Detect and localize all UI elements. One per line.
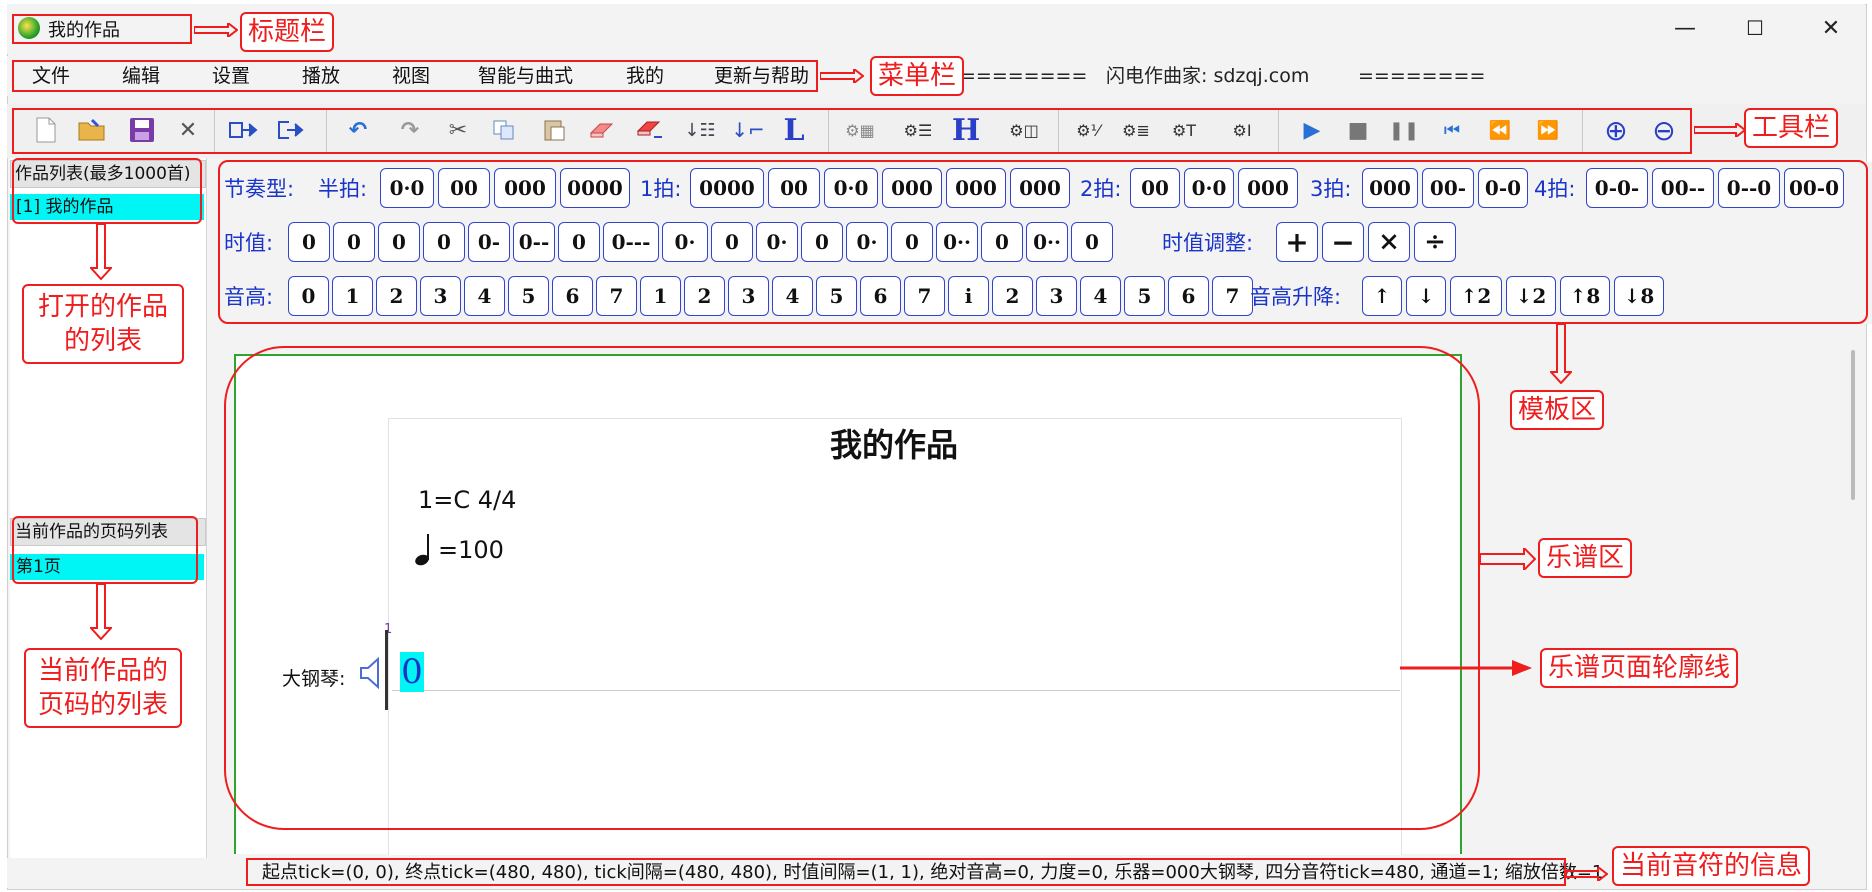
annotation-titlebar-box	[12, 14, 192, 44]
annotation-arrow-down-icon	[88, 223, 114, 281]
annotation-score-box	[224, 346, 1480, 830]
annotation-template-box	[218, 160, 1868, 324]
close-window-button[interactable]: ✕	[1796, 10, 1866, 46]
annotation-pages-label: 当前作品的 页码的列表	[24, 648, 183, 728]
annotation-menubar-box	[12, 60, 818, 92]
annotation-outline-label: 乐谱页面轮廓线	[1540, 648, 1739, 688]
annotation-arrow-down-icon	[88, 583, 114, 641]
annotation-template-label: 模板区	[1510, 390, 1605, 430]
annotation-pages-box	[12, 516, 198, 584]
annotation-toolbar-box	[12, 108, 1692, 154]
menu-decoration-left: ========	[960, 65, 1088, 87]
annotation-arrow-icon	[1400, 659, 1534, 677]
annotation-arrow-icon	[1693, 120, 1747, 140]
annotation-arrow-icon	[193, 20, 239, 40]
maximize-button[interactable]: ☐	[1720, 10, 1790, 46]
annotation-score-label: 乐谱区	[1538, 538, 1633, 578]
minimize-button[interactable]: —	[1650, 10, 1720, 46]
annotation-arrow-icon	[1479, 545, 1537, 573]
annotation-arrow-icon	[1565, 864, 1609, 884]
annotation-works-box	[12, 158, 202, 224]
annotation-toolbar-label: 工具栏	[1744, 108, 1839, 148]
menu-decoration-right: ========	[1358, 65, 1486, 87]
annotation-status-box	[246, 858, 1566, 886]
annotation-arrow-icon	[819, 66, 865, 86]
annotation-menubar-label: 菜单栏	[870, 56, 965, 96]
scrollbar-thumb[interactable]	[1851, 350, 1855, 500]
annotation-titlebar-label: 标题栏	[240, 12, 335, 52]
annotation-arrow-down-icon	[1548, 323, 1574, 385]
menu-site-link[interactable]: 闪电作曲家: sdzqj.com	[1106, 62, 1309, 90]
annotation-works-label: 打开的作品 的列表	[22, 284, 185, 364]
annotation-status-label: 当前音符的信息	[1612, 846, 1811, 886]
